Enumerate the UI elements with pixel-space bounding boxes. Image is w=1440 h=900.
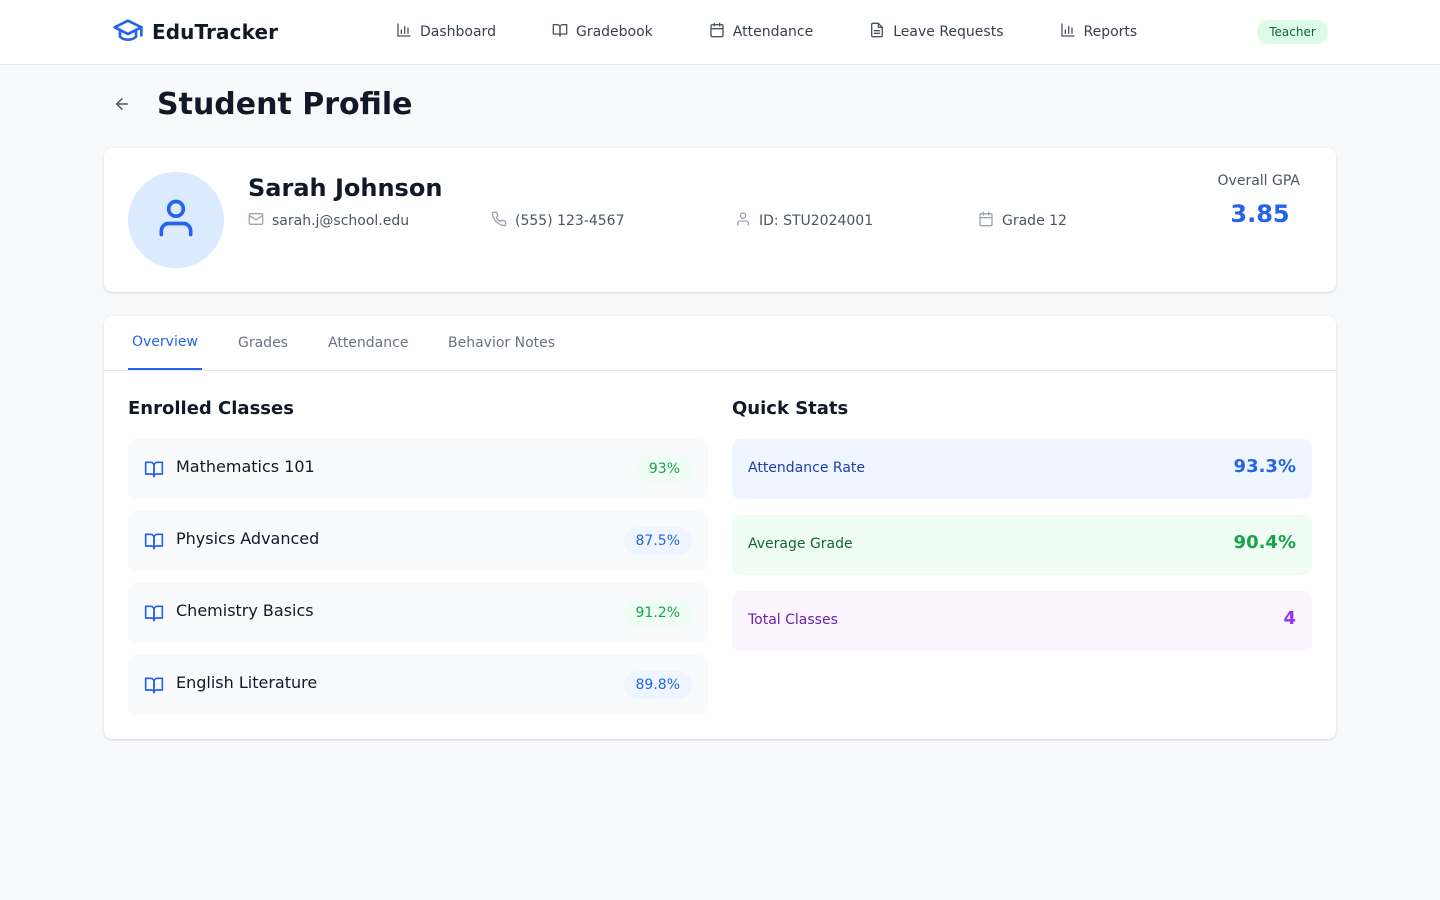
nav-leave-requests[interactable]: Leave Requests <box>869 22 1004 42</box>
nav-dashboard[interactable]: Dashboard <box>396 22 496 42</box>
class-item[interactable]: Mathematics 101 93% <box>128 439 708 499</box>
book-open-icon <box>144 675 164 699</box>
book-open-icon <box>144 459 164 483</box>
top-nav-bar: EduTracker Dashboard Gradebook Attendanc… <box>0 0 1440 65</box>
main-nav: Dashboard Gradebook Attendance Leave Req… <box>396 20 1137 44</box>
class-grade-badge: 89.8% <box>623 671 692 699</box>
stat-value: 90.4% <box>1233 532 1296 553</box>
stat-label: Average Grade <box>748 536 853 552</box>
avatar <box>128 172 224 268</box>
page-title: Student Profile <box>157 87 413 122</box>
email-info: sarah.j@school.edu <box>248 211 409 231</box>
stat-attendance-rate: Attendance Rate 93.3% <box>732 439 1312 499</box>
role-badge: Teacher <box>1257 20 1328 44</box>
stat-average-grade: Average Grade 90.4% <box>732 515 1312 575</box>
stat-label: Attendance Rate <box>748 460 865 476</box>
nav-reports[interactable]: Reports <box>1060 22 1138 42</box>
tab-bar: Overview Grades Attendance Behavior Note… <box>104 316 1336 371</box>
tab-behavior-notes[interactable]: Behavior Notes <box>444 316 559 370</box>
brand-logo[interactable]: EduTracker <box>112 17 278 47</box>
class-item[interactable]: Chemistry Basics 91.2% <box>128 583 708 643</box>
graduation-cap-icon <box>112 14 144 50</box>
calendar-icon <box>709 22 725 42</box>
student-id-text: ID: STU2024001 <box>759 213 874 229</box>
nav-reports-label: Reports <box>1083 24 1138 40</box>
grade-level-info: Grade 12 <box>978 211 1067 231</box>
gpa-value: 3.85 <box>1230 200 1290 228</box>
stat-value: 93.3% <box>1233 456 1296 477</box>
tab-grades[interactable]: Grades <box>234 316 292 370</box>
tab-attendance[interactable]: Attendance <box>324 316 412 370</box>
nav-attendance[interactable]: Attendance <box>709 22 813 42</box>
contact-info: sarah.j@school.edu (555) 123-4567 ID: ST… <box>248 211 1188 233</box>
class-name: English Literature <box>176 673 318 692</box>
profile-card: Sarah Johnson sarah.j@school.edu (555) 1… <box>104 148 1336 292</box>
class-name: Chemistry Basics <box>176 601 314 620</box>
class-grade-badge: 93% <box>636 455 692 483</box>
class-name: Physics Advanced <box>176 529 320 548</box>
book-open-icon <box>144 603 164 627</box>
class-grade-badge: 91.2% <box>623 599 692 627</box>
stat-total-classes: Total Classes 4 <box>732 591 1312 651</box>
stat-label: Total Classes <box>748 612 838 628</box>
stat-value: 4 <box>1283 608 1296 629</box>
nav-gradebook[interactable]: Gradebook <box>552 22 653 42</box>
bar-chart-icon <box>1060 22 1076 42</box>
class-item[interactable]: Physics Advanced 87.5% <box>128 511 708 571</box>
tab-overview[interactable]: Overview <box>128 316 202 370</box>
phone-icon <box>491 211 507 231</box>
phone-info: (555) 123-4567 <box>491 211 625 231</box>
enrolled-classes-title: Enrolled Classes <box>128 398 294 419</box>
grade-level-text: Grade 12 <box>1002 213 1067 229</box>
user-icon <box>735 211 751 231</box>
class-item[interactable]: English Literature 89.8% <box>128 655 708 715</box>
bar-chart-icon <box>396 22 412 42</box>
book-open-icon <box>552 22 568 42</box>
class-name: Mathematics 101 <box>176 457 315 476</box>
gpa-label: Overall GPA <box>1217 173 1300 189</box>
brand-name: EduTracker <box>152 20 279 44</box>
email-text: sarah.j@school.edu <box>272 213 410 229</box>
phone-text: (555) 123-4567 <box>515 213 625 229</box>
nav-attendance-label: Attendance <box>732 24 814 40</box>
student-id-info: ID: STU2024001 <box>735 211 873 231</box>
calendar-icon <box>978 211 994 231</box>
nav-gradebook-label: Gradebook <box>575 24 653 40</box>
back-button[interactable] <box>108 92 136 120</box>
file-text-icon <box>869 22 885 42</box>
student-name: Sarah Johnson <box>248 174 443 202</box>
nav-leave-requests-label: Leave Requests <box>893 24 1004 40</box>
mail-icon <box>248 211 264 231</box>
arrow-left-icon <box>113 95 131 117</box>
user-icon <box>154 196 198 244</box>
book-open-icon <box>144 531 164 555</box>
class-grade-badge: 87.5% <box>623 527 692 555</box>
quick-stats-title: Quick Stats <box>732 398 849 419</box>
profile-details-card: Overview Grades Attendance Behavior Note… <box>104 316 1336 739</box>
nav-dashboard-label: Dashboard <box>420 24 496 40</box>
